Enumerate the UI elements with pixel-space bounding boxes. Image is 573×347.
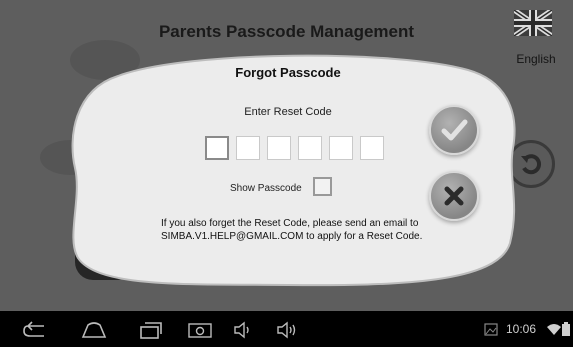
volume-down-icon[interactable] — [232, 320, 254, 340]
status-time: 10:06 — [506, 322, 537, 336]
help-text: If you also forget the Reset Code, pleas… — [161, 218, 423, 242]
system-navigation-bar — [0, 311, 573, 347]
dialog-title: Forgot Passcode — [235, 65, 341, 80]
reset-code-label: Enter Reset Code — [244, 106, 332, 118]
reset-code-fields — [205, 136, 384, 160]
forgot-passcode-dialog: Forgot Passcode Enter Reset Code Show Pa… — [58, 38, 526, 293]
reset-code-digit-6[interactable] — [360, 136, 384, 160]
screenshot-icon[interactable] — [186, 320, 214, 340]
uk-flag-icon[interactable] — [512, 7, 554, 39]
show-passcode-label: Show Passcode — [230, 183, 302, 194]
back-icon[interactable] — [20, 320, 50, 340]
recent-apps-icon[interactable] — [138, 320, 164, 340]
battery-icon — [562, 322, 570, 336]
show-passcode-checkbox[interactable] — [313, 177, 332, 196]
close-icon — [444, 186, 464, 206]
cancel-button[interactable] — [429, 171, 479, 221]
home-icon[interactable] — [80, 320, 108, 340]
wifi-icon — [547, 324, 561, 335]
reset-code-digit-3[interactable] — [267, 136, 291, 160]
gallery-icon — [484, 323, 498, 336]
confirm-button[interactable] — [429, 105, 479, 155]
reset-code-digit-4[interactable] — [298, 136, 322, 160]
reset-code-digit-1[interactable] — [205, 136, 229, 160]
reset-code-digit-2[interactable] — [236, 136, 260, 160]
volume-up-icon[interactable] — [275, 320, 301, 340]
checkmark-icon — [441, 119, 468, 141]
reset-code-digit-5[interactable] — [329, 136, 353, 160]
